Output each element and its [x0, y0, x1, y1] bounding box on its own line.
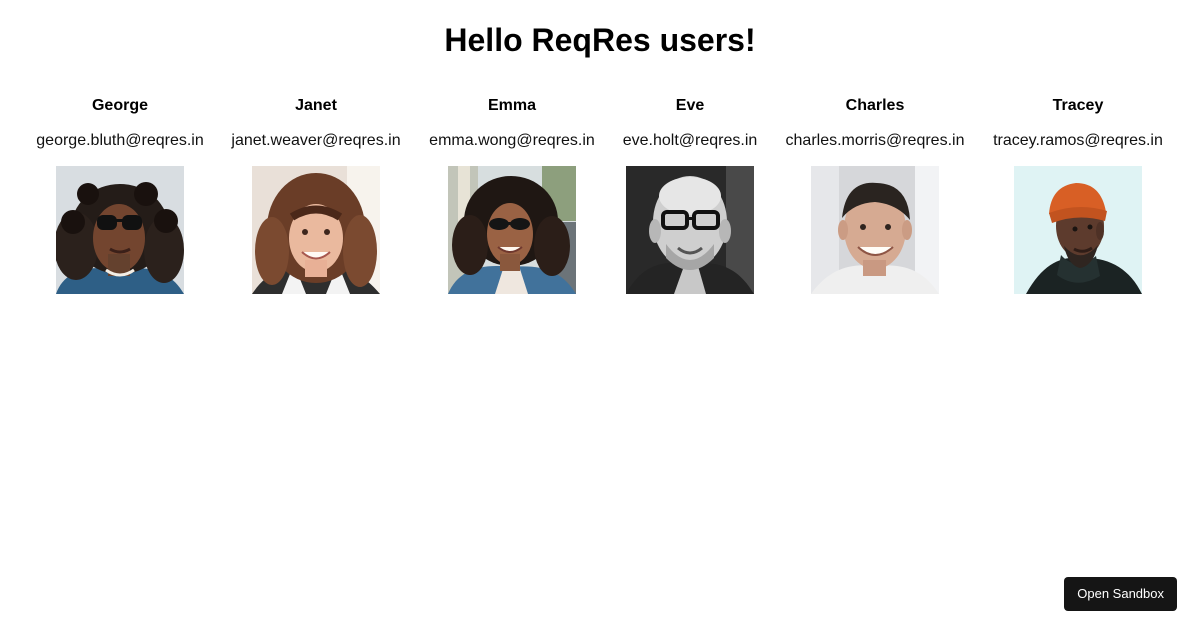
- portrait-curly-hair-sunglasses-street-icon: [448, 166, 576, 294]
- user-card-george: George george.bluth@reqres.in: [36, 94, 204, 304]
- avatar: [626, 166, 754, 294]
- user-email: janet.weaver@reqres.in: [231, 132, 401, 149]
- user-name: Tracey: [1052, 97, 1104, 114]
- portrait-curly-hair-sunglasses-icon: [56, 166, 184, 294]
- user-card-eve: Eve eve.holt@reqres.in: [610, 94, 770, 304]
- avatar: [56, 166, 184, 294]
- portrait-bald-glasses-grayscale-icon: [626, 166, 754, 294]
- avatar: [1014, 166, 1142, 294]
- user-email: tracey.ramos@reqres.in: [993, 132, 1163, 149]
- user-card-emma: Emma emma.wong@reqres.in: [427, 94, 597, 304]
- portrait-short-hair-smiling-icon: [811, 166, 939, 294]
- user-card-charles: Charles charles.morris@reqres.in: [780, 94, 970, 304]
- avatar: [252, 166, 380, 294]
- user-name: Charles: [845, 97, 905, 114]
- user-email: george.bluth@reqres.in: [36, 132, 204, 149]
- user-email: emma.wong@reqres.in: [429, 132, 595, 149]
- user-name: Eve: [675, 97, 705, 114]
- user-name: George: [91, 97, 148, 114]
- user-email: eve.holt@reqres.in: [622, 132, 758, 149]
- user-list: George george.bluth@reqres.in Janet jane…: [0, 94, 1200, 304]
- user-email: charles.morris@reqres.in: [785, 132, 965, 149]
- user-card-janet: Janet janet.weaver@reqres.in: [221, 94, 411, 304]
- user-name: Emma: [487, 97, 537, 114]
- portrait-orange-beanie-icon: [1014, 166, 1142, 294]
- user-card-tracey: Tracey tracey.ramos@reqres.in: [983, 94, 1173, 304]
- users-page: Hello ReqRes users! George george.bluth@…: [0, 0, 1200, 630]
- avatar: [811, 166, 939, 294]
- open-sandbox-button[interactable]: Open Sandbox: [1064, 577, 1177, 611]
- page-title: Hello ReqRes users!: [444, 22, 756, 58]
- portrait-long-wavy-hair-icon: [252, 166, 380, 294]
- user-name: Janet: [295, 97, 337, 114]
- avatar: [448, 166, 576, 294]
